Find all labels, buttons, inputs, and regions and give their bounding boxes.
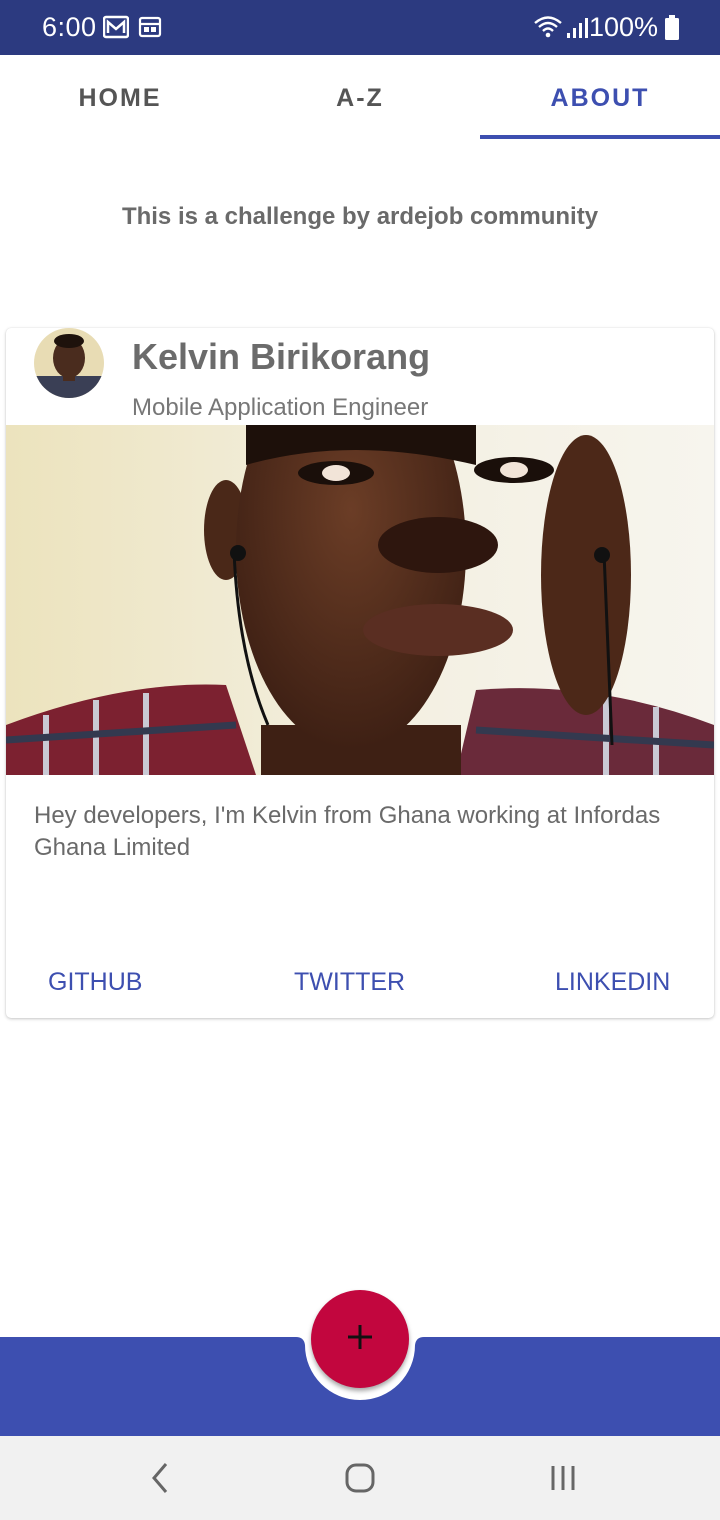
intro-text: This is a challenge by ardejob community: [121, 203, 599, 230]
wifi-icon: [533, 14, 563, 45]
profile-role: Mobile Application Engineer: [132, 394, 429, 421]
tab-bar: HOME A-Z ABOUT: [0, 55, 720, 139]
tab-about[interactable]: ABOUT: [480, 55, 720, 139]
profile-links: GITHUB TWITTER LINKEDIN: [6, 968, 714, 1008]
status-bar: 6:00 100%: [0, 0, 720, 55]
gmail-icon: [102, 15, 130, 44]
back-icon[interactable]: [146, 1458, 174, 1503]
github-link[interactable]: GITHUB: [48, 968, 142, 997]
twitter-link[interactable]: TWITTER: [294, 968, 405, 997]
tab-home-label: HOME: [78, 84, 162, 112]
tab-a-z[interactable]: A-Z: [240, 55, 480, 139]
tab-about-label: ABOUT: [550, 84, 650, 112]
battery-icon: [664, 15, 680, 46]
recents-icon[interactable]: [547, 1458, 579, 1503]
profile-name: Kelvin Birikorang: [132, 336, 431, 377]
system-nav-bar: [0, 1436, 720, 1520]
calendar-icon: [138, 15, 162, 44]
home-icon[interactable]: [343, 1458, 377, 1503]
tab-home[interactable]: HOME: [0, 55, 240, 139]
linkedin-link[interactable]: LINKEDIN: [555, 968, 670, 997]
status-time: 6:00: [42, 12, 97, 42]
profile-bio: Hey developers, I'm Kelvin from Ghana wo…: [34, 802, 661, 861]
add-button[interactable]: [311, 1290, 409, 1388]
tab-indicator: [480, 135, 720, 139]
signal-icon: [565, 16, 589, 45]
profile-photo: [6, 425, 714, 775]
profile-card: Kelvin Birikorang Mobile Application Eng…: [6, 328, 714, 1018]
tab-a-z-label: A-Z: [336, 84, 384, 112]
battery-percent: 100%: [588, 12, 658, 42]
plus-icon: [346, 1323, 374, 1356]
avatar: [34, 328, 104, 398]
